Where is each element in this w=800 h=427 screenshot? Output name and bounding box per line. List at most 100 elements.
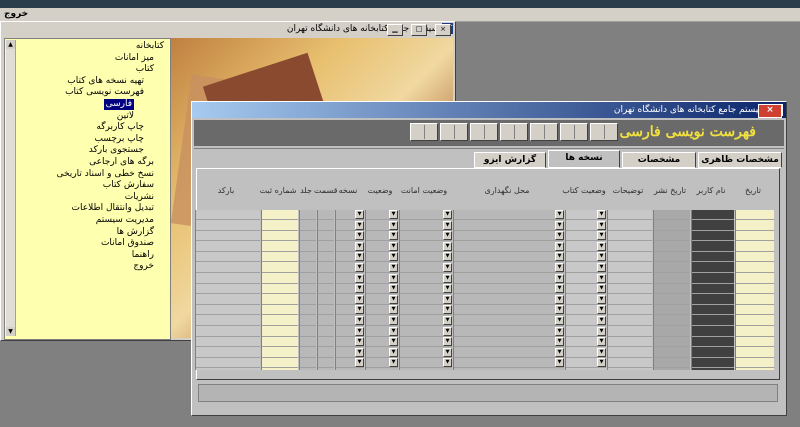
chevron-down-icon[interactable]: ▼ — [443, 358, 452, 368]
grid-cell[interactable] — [300, 231, 316, 242]
tree-item[interactable]: کتابخانه — [136, 41, 164, 52]
grid-cell[interactable]: ▼ — [366, 273, 398, 284]
grid-cell[interactable]: ▼ — [454, 337, 564, 348]
grid-cell[interactable]: ▼ — [566, 294, 606, 305]
chevron-down-icon[interactable]: ▼ — [389, 273, 398, 283]
grid-cell[interactable] — [692, 242, 734, 252]
grid-cell[interactable] — [196, 263, 260, 273]
grid-cell[interactable] — [692, 221, 734, 231]
grid-cell[interactable] — [300, 263, 316, 273]
grid-cell[interactable]: ▼ — [566, 326, 606, 337]
grid-cell[interactable] — [654, 274, 690, 284]
grid-cell[interactable] — [692, 348, 734, 358]
grid-cell[interactable] — [736, 327, 774, 337]
chevron-down-icon[interactable]: ▼ — [597, 241, 606, 251]
grid-cell[interactable]: ▼ — [454, 241, 564, 252]
grid-cell[interactable]: ▼ — [366, 316, 398, 326]
grid-cell[interactable]: ▼ — [454, 210, 564, 220]
tree-item[interactable]: برگه های ارجاعی — [89, 157, 154, 168]
grid-cell[interactable] — [692, 284, 734, 295]
grid-cell[interactable] — [654, 358, 690, 369]
chevron-down-icon[interactable]: ▼ — [443, 263, 452, 272]
grid-cell[interactable]: ▼ — [400, 220, 452, 231]
grid-cell[interactable]: ▼ — [400, 305, 452, 316]
grid-cell[interactable]: ▼ — [566, 263, 606, 273]
chevron-down-icon[interactable]: ▼ — [355, 252, 364, 262]
grid-cell[interactable] — [300, 316, 316, 326]
chevron-down-icon[interactable]: ▼ — [597, 284, 606, 294]
tree-scrollbar[interactable]: ▲ ▼ — [6, 40, 16, 336]
grid-cell[interactable] — [654, 210, 690, 220]
grid-cell[interactable] — [300, 348, 316, 358]
grid-cell[interactable]: ▼ — [366, 347, 398, 358]
grid-cell[interactable]: ▼ — [336, 358, 364, 369]
grid-cell[interactable] — [262, 305, 298, 316]
grid-cell[interactable] — [692, 327, 734, 337]
chevron-down-icon[interactable]: ▼ — [355, 220, 364, 230]
chevron-down-icon[interactable]: ▼ — [443, 337, 452, 347]
tab[interactable]: مشخصات تفصیلی — [622, 152, 696, 180]
grid-cell[interactable] — [262, 242, 298, 252]
grid-cell[interactable] — [262, 316, 298, 326]
close-button[interactable]: × — [435, 24, 451, 36]
grid-cell[interactable] — [654, 337, 690, 348]
grid-cell[interactable]: ▼ — [366, 220, 398, 231]
chevron-down-icon[interactable]: ▼ — [555, 252, 564, 262]
chevron-down-icon[interactable]: ▼ — [443, 284, 452, 294]
grid-cell[interactable] — [608, 348, 652, 358]
grid-cell[interactable] — [300, 284, 316, 295]
grid-cell[interactable] — [736, 348, 774, 358]
grid-cell[interactable]: ▼ — [400, 252, 452, 263]
grid-cell[interactable] — [196, 252, 260, 263]
grid-cell[interactable]: ▼ — [366, 337, 398, 348]
grid-cell[interactable]: ▼ — [454, 358, 564, 369]
tree-item[interactable]: فارسی — [103, 99, 134, 110]
grid-cell[interactable]: ▼ — [366, 241, 398, 252]
chevron-down-icon[interactable]: ▼ — [355, 294, 364, 304]
tree-item[interactable]: راهنما — [132, 250, 154, 261]
chevron-down-icon[interactable]: ▼ — [355, 337, 364, 347]
grid-cell[interactable] — [608, 263, 652, 273]
grid-cell[interactable]: ▼ — [566, 347, 606, 358]
grid-cell[interactable] — [318, 210, 334, 220]
grid-cell[interactable] — [608, 316, 652, 326]
chevron-down-icon[interactable]: ▼ — [389, 210, 398, 219]
grid-cell[interactable] — [692, 252, 734, 263]
tree-item[interactable]: تهیه نسخه های کتاب — [67, 76, 144, 87]
grid-cell[interactable] — [318, 263, 334, 273]
chevron-down-icon[interactable]: ▼ — [597, 337, 606, 347]
grid-cell[interactable] — [692, 337, 734, 348]
grid-cell[interactable]: ▼ — [566, 231, 606, 242]
chevron-down-icon[interactable]: ▼ — [555, 241, 564, 251]
chevron-down-icon[interactable]: ▼ — [597, 210, 606, 219]
chevron-down-icon[interactable]: ▼ — [555, 294, 564, 304]
grid-cell[interactable]: ▼ — [366, 305, 398, 316]
grid-cell[interactable] — [318, 284, 334, 295]
chevron-down-icon[interactable]: ▼ — [389, 305, 398, 315]
grid-cell[interactable] — [736, 295, 774, 305]
chevron-down-icon[interactable]: ▼ — [355, 358, 364, 368]
grid-cell[interactable] — [262, 221, 298, 231]
scroll-down-icon[interactable]: ▼ — [6, 327, 15, 336]
grid-cell[interactable] — [196, 305, 260, 316]
grid-cell[interactable] — [300, 358, 316, 369]
chevron-down-icon[interactable]: ▼ — [443, 316, 452, 325]
tree-item[interactable]: لاتین — [117, 111, 134, 122]
grid-cell[interactable]: ▼ — [400, 294, 452, 305]
chevron-down-icon[interactable]: ▼ — [555, 316, 564, 325]
grid-cell[interactable] — [608, 295, 652, 305]
chevron-down-icon[interactable]: ▼ — [555, 220, 564, 230]
grid-cell[interactable]: ▼ — [336, 263, 364, 273]
grid-cell[interactable] — [608, 221, 652, 231]
grid-cell[interactable] — [318, 274, 334, 284]
grid-cell[interactable]: ▼ — [366, 294, 398, 305]
grid-cell[interactable] — [692, 316, 734, 326]
grid-cell[interactable] — [300, 295, 316, 305]
tree-item[interactable]: جستجوی بارکد — [89, 145, 144, 156]
grid-cell[interactable] — [196, 358, 260, 369]
grid-cell[interactable] — [608, 242, 652, 252]
grid-cell[interactable] — [654, 284, 690, 295]
column-header[interactable]: وضعیت امانت — [396, 186, 452, 196]
grid-cell[interactable]: ▼ — [400, 263, 452, 273]
chevron-down-icon[interactable]: ▼ — [555, 284, 564, 294]
